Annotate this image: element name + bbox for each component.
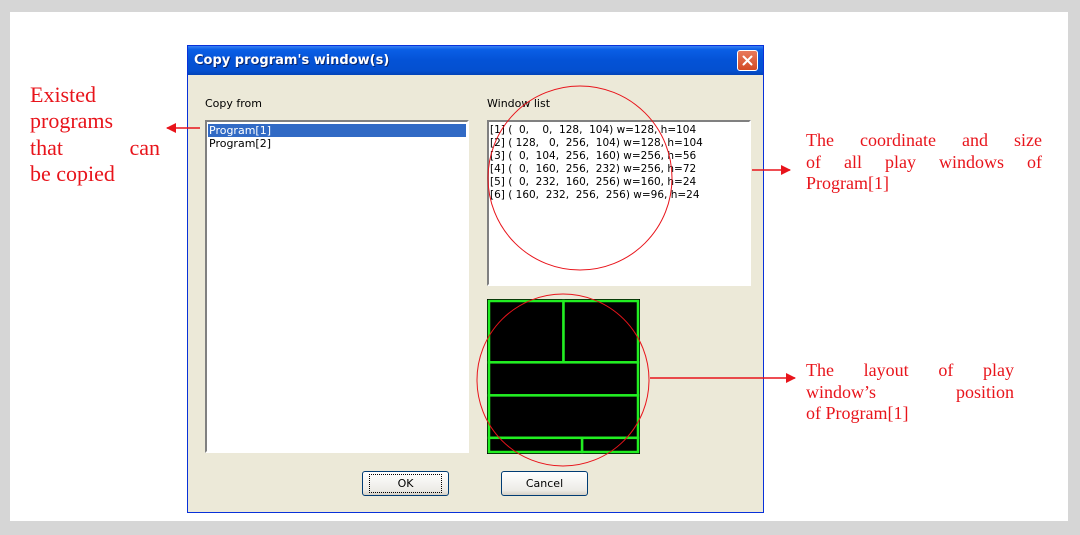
play-window-4 bbox=[487, 394, 640, 440]
window-listbox[interactable]: [1] ( 0, 0, 128, 104) w=128, h=104 [2] (… bbox=[487, 120, 751, 286]
program-item-2[interactable]: Program[2] bbox=[208, 137, 466, 150]
annotation-line: The coordinate and size bbox=[806, 130, 1042, 150]
annotation-window-list: The coordinate and size of all play wind… bbox=[806, 130, 1042, 195]
annotation-line: that can bbox=[30, 135, 160, 161]
copy-from-label: Copy from bbox=[205, 97, 262, 110]
window-row-6[interactable]: [6] ( 160, 232, 256, 256) w=96, h=24 bbox=[490, 189, 748, 202]
annotation-line: be copied bbox=[30, 161, 115, 187]
annotation-line: window’s position bbox=[806, 381, 1014, 402]
annotation-word: that bbox=[30, 134, 63, 160]
play-window-2 bbox=[562, 299, 640, 364]
annotation-layout-preview: The layout of play window’s position of … bbox=[806, 360, 1014, 425]
annotation-line: of Program[1] bbox=[806, 403, 909, 424]
annotation-line: of all play windows of bbox=[806, 151, 1042, 172]
annotation-word: can bbox=[129, 134, 160, 160]
dialog-title-bar[interactable]: Copy program's window(s) bbox=[188, 46, 763, 75]
copy-window-dialog: Copy program's window(s) Copy from Windo… bbox=[187, 45, 764, 513]
window-row-5[interactable]: [5] ( 0, 232, 160, 256) w=160, h=24 bbox=[490, 176, 748, 189]
ok-button-label: OK bbox=[368, 474, 443, 493]
close-button[interactable] bbox=[737, 50, 758, 71]
window-row-2[interactable]: [2] ( 128, 0, 256, 104) w=128, h=104 bbox=[490, 137, 748, 150]
annotation-line: The layout of play bbox=[806, 360, 1014, 380]
play-window-6 bbox=[580, 436, 640, 454]
program-item-1[interactable]: Program[1] bbox=[208, 124, 466, 137]
program-listbox[interactable]: Program[1] Program[2] bbox=[205, 120, 469, 453]
close-x-icon bbox=[742, 55, 753, 66]
window-list-label: Window list bbox=[487, 97, 551, 110]
window-row-4[interactable]: [4] ( 0, 160, 256, 232) w=256, h=72 bbox=[490, 163, 748, 176]
ok-button[interactable]: OK bbox=[362, 471, 449, 496]
annotation-line: Existed bbox=[30, 82, 96, 107]
play-window-1 bbox=[487, 299, 565, 364]
annotation-line: Program[1] bbox=[806, 173, 889, 194]
cancel-button[interactable]: Cancel bbox=[501, 471, 588, 496]
dialog-title: Copy program's window(s) bbox=[194, 53, 390, 68]
window-row-3[interactable]: [3] ( 0, 104, 256, 160) w=256, h=56 bbox=[490, 150, 748, 163]
annotation-existed-programs: Existed programs that can be copied bbox=[30, 82, 160, 188]
window-layout-preview bbox=[487, 299, 640, 454]
play-window-5 bbox=[487, 436, 584, 454]
play-window-3 bbox=[487, 361, 640, 397]
annotation-line: programs bbox=[30, 108, 114, 134]
window-row-1[interactable]: [1] ( 0, 0, 128, 104) w=128, h=104 bbox=[490, 124, 748, 137]
